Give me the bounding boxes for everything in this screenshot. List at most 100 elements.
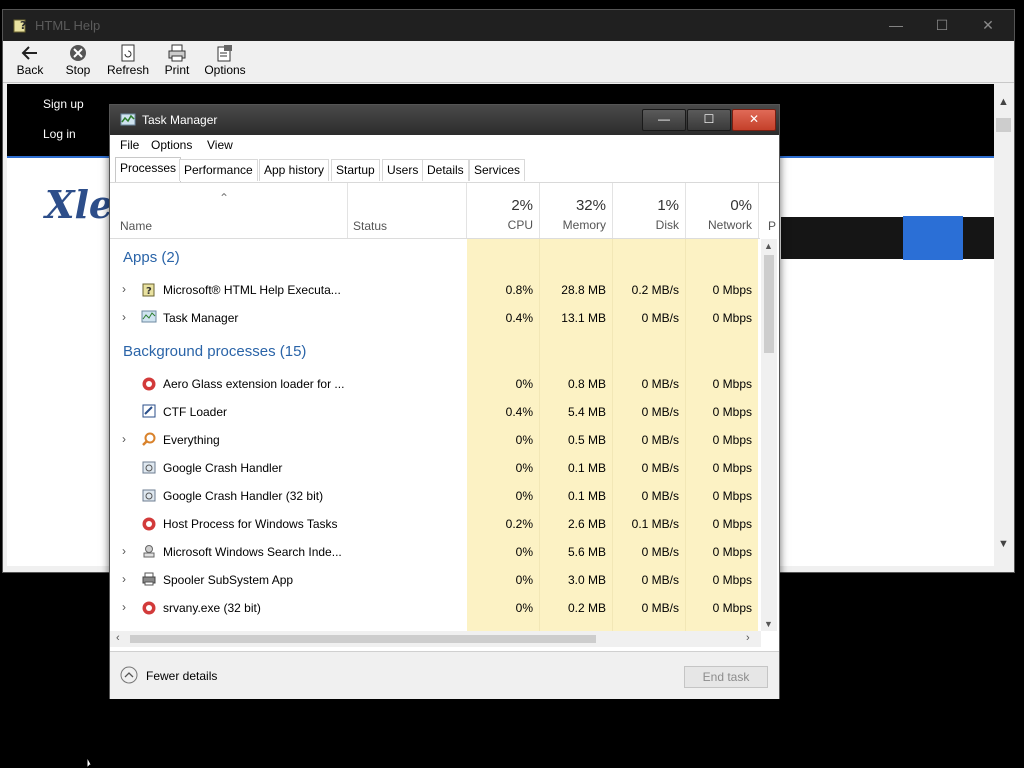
scroll-thumb[interactable] bbox=[996, 118, 1011, 132]
column-disk-header[interactable]: 1% Disk bbox=[613, 183, 686, 238]
log-in-link[interactable]: Log in bbox=[43, 127, 76, 141]
tab-users[interactable]: Users bbox=[382, 159, 424, 181]
help-toolbar: Back Stop Refresh Print Options bbox=[3, 41, 1014, 83]
back-button[interactable]: Back bbox=[6, 44, 54, 82]
process-disk: 0 MB/s bbox=[641, 489, 679, 503]
tm-maximize-button[interactable]: ☐ bbox=[687, 109, 731, 131]
task-manager-titlebar[interactable]: Task Manager — ☐ ✕ bbox=[110, 105, 779, 135]
disk-label: Disk bbox=[655, 218, 679, 232]
scroll-down-icon[interactable]: ▼ bbox=[764, 619, 773, 629]
refresh-button[interactable]: Refresh bbox=[104, 44, 152, 82]
process-row[interactable]: › Task Manager 0.4% 13.1 MB 0 MB/s 0 Mbps bbox=[110, 304, 760, 332]
process-horizontal-scrollbar[interactable]: ‹ › bbox=[110, 631, 761, 647]
process-network: 0 Mbps bbox=[712, 405, 752, 419]
process-cpu: 0% bbox=[515, 545, 533, 559]
process-row[interactable]: Host Process for Windows Tasks 0.2% 2.6 MB… bbox=[110, 510, 760, 538]
process-cpu: 0.2% bbox=[505, 517, 533, 531]
tab-performance[interactable]: Performance bbox=[179, 159, 258, 181]
process-row[interactable]: Aero Glass extension loader for ... 0% 0.8… bbox=[110, 370, 760, 398]
expand-chevron-icon[interactable]: › bbox=[122, 572, 126, 586]
process-network: 0 Mbps bbox=[712, 377, 752, 391]
expand-chevron-icon[interactable]: › bbox=[122, 544, 126, 558]
scroll-down-icon[interactable]: ▼ bbox=[998, 538, 1009, 550]
scroll-up-icon[interactable]: ▲ bbox=[764, 241, 773, 251]
close-button[interactable]: ✕ bbox=[965, 10, 1011, 41]
tm-minimize-button[interactable]: — bbox=[642, 109, 686, 131]
network-total-pct: 0% bbox=[730, 197, 752, 214]
process-cpu: 0% bbox=[515, 601, 533, 615]
process-network: 0 Mbps bbox=[712, 283, 752, 297]
scroll-left-icon[interactable]: ‹ bbox=[116, 632, 120, 644]
column-cpu-header[interactable]: 2% CPU bbox=[467, 183, 540, 238]
process-list: Apps (2) ›? Microsoft® HTML Help Executa..… bbox=[110, 239, 760, 631]
tab-details[interactable]: Details bbox=[422, 159, 469, 181]
sign-up-link[interactable]: Sign up bbox=[43, 97, 84, 111]
process-memory: 5.4 MB bbox=[567, 405, 606, 419]
process-row[interactable]: › srvany.exe (32 bit) 0% 0.2 MB 0 MB/s 0 Mbps bbox=[110, 594, 760, 622]
process-network: 0 Mbps bbox=[712, 433, 752, 447]
scroll-thumb[interactable] bbox=[764, 255, 774, 353]
expand-chevron-icon[interactable]: › bbox=[122, 432, 126, 446]
scroll-right-icon[interactable]: › bbox=[746, 632, 750, 644]
options-button[interactable]: Options bbox=[201, 44, 249, 82]
process-row[interactable]: Google Crash Handler 0% 0.1 MB 0 MB/s 0 Mbps bbox=[110, 454, 760, 482]
search-indexer-icon bbox=[143, 545, 155, 558]
process-network: 0 Mbps bbox=[712, 517, 752, 531]
memory-label: Memory bbox=[562, 218, 606, 232]
help-vertical-scrollbar[interactable]: ▲ ▼ bbox=[995, 84, 1012, 566]
process-disk: 0 MB/s bbox=[641, 461, 679, 475]
process-row[interactable]: Google Crash Handler (32 bit) 0% 0.1 MB 0 M… bbox=[110, 482, 760, 510]
process-row[interactable]: ›? Microsoft® HTML Help Executa... 0.8% 28.… bbox=[110, 276, 760, 304]
minimize-button[interactable]: — bbox=[873, 10, 919, 41]
process-row[interactable]: › Microsoft Windows Search Inde... 0% 5.6 M… bbox=[110, 538, 760, 566]
svg-text:?: ? bbox=[146, 286, 152, 297]
print-button[interactable]: Print bbox=[153, 44, 201, 82]
process-name: Google Crash Handler bbox=[163, 461, 283, 475]
process-row[interactable]: › Everything 0% 0.5 MB 0 MB/s 0 Mbps bbox=[110, 426, 760, 454]
tab-processes[interactable]: Processes bbox=[115, 157, 182, 182]
column-network-header[interactable]: 0% Network bbox=[686, 183, 759, 238]
process-vertical-scrollbar[interactable]: ▲ ▼ bbox=[761, 239, 777, 631]
maximize-button[interactable]: ☐ bbox=[919, 10, 965, 41]
options-icon bbox=[217, 45, 232, 62]
process-name: Microsoft® HTML Help Executa... bbox=[163, 283, 341, 297]
process-network: 0 Mbps bbox=[712, 545, 752, 559]
html-help-titlebar[interactable]: ? HTML Help — ☐ ✕ bbox=[3, 10, 1014, 41]
column-status-header[interactable]: Status bbox=[347, 183, 467, 238]
cpu-total-pct: 2% bbox=[511, 197, 533, 214]
fewer-details-link[interactable]: Fewer details bbox=[146, 669, 217, 683]
process-row[interactable]: › Spooler SubSystem App 0% 3.0 MB 0 MB/s 0 Mb… bbox=[110, 566, 760, 594]
tm-close-button[interactable]: ✕ bbox=[732, 109, 776, 131]
expand-chevron-icon[interactable]: › bbox=[122, 600, 126, 614]
process-network: 0 Mbps bbox=[712, 311, 752, 325]
process-row[interactable]: CTF Loader 0.4% 5.4 MB 0 MB/s 0 Mbps bbox=[110, 398, 760, 426]
process-memory: 5.6 MB bbox=[567, 545, 606, 559]
menu-file[interactable]: File bbox=[120, 138, 139, 152]
svg-text:?: ? bbox=[20, 19, 26, 32]
column-power-label[interactable]: P bbox=[768, 219, 776, 233]
tab-startup[interactable]: Startup bbox=[331, 159, 380, 181]
hscroll-thumb[interactable] bbox=[130, 635, 596, 643]
column-name-header[interactable]: ⌃ Name bbox=[110, 183, 348, 238]
end-task-button[interactable]: End task bbox=[684, 666, 768, 688]
process-cpu: 0.4% bbox=[505, 405, 533, 419]
process-network: 0 Mbps bbox=[712, 461, 752, 475]
process-cpu: 0% bbox=[515, 573, 533, 587]
tab-services[interactable]: Services bbox=[469, 159, 526, 181]
process-memory: 2.6 MB bbox=[567, 517, 606, 531]
expand-chevron-icon[interactable]: › bbox=[122, 282, 126, 296]
process-name: CTF Loader bbox=[163, 405, 228, 419]
column-memory-header[interactable]: 32% Memory bbox=[540, 183, 613, 238]
menu-view[interactable]: View bbox=[207, 138, 233, 152]
menu-options[interactable]: Options bbox=[151, 138, 192, 152]
chevron-up-circle-icon bbox=[120, 666, 138, 684]
process-name: Everything bbox=[163, 433, 220, 447]
stop-button[interactable]: Stop bbox=[54, 44, 102, 82]
memory-total-pct: 32% bbox=[575, 197, 606, 214]
tab-app-history[interactable]: App history bbox=[259, 159, 330, 181]
fewer-details-button[interactable] bbox=[120, 666, 138, 684]
process-name: Aero Glass extension loader for ... bbox=[163, 377, 345, 391]
expand-chevron-icon[interactable]: › bbox=[122, 310, 126, 324]
tm-window-title: Task Manager bbox=[142, 113, 218, 127]
scroll-up-icon[interactable]: ▲ bbox=[998, 96, 1009, 108]
